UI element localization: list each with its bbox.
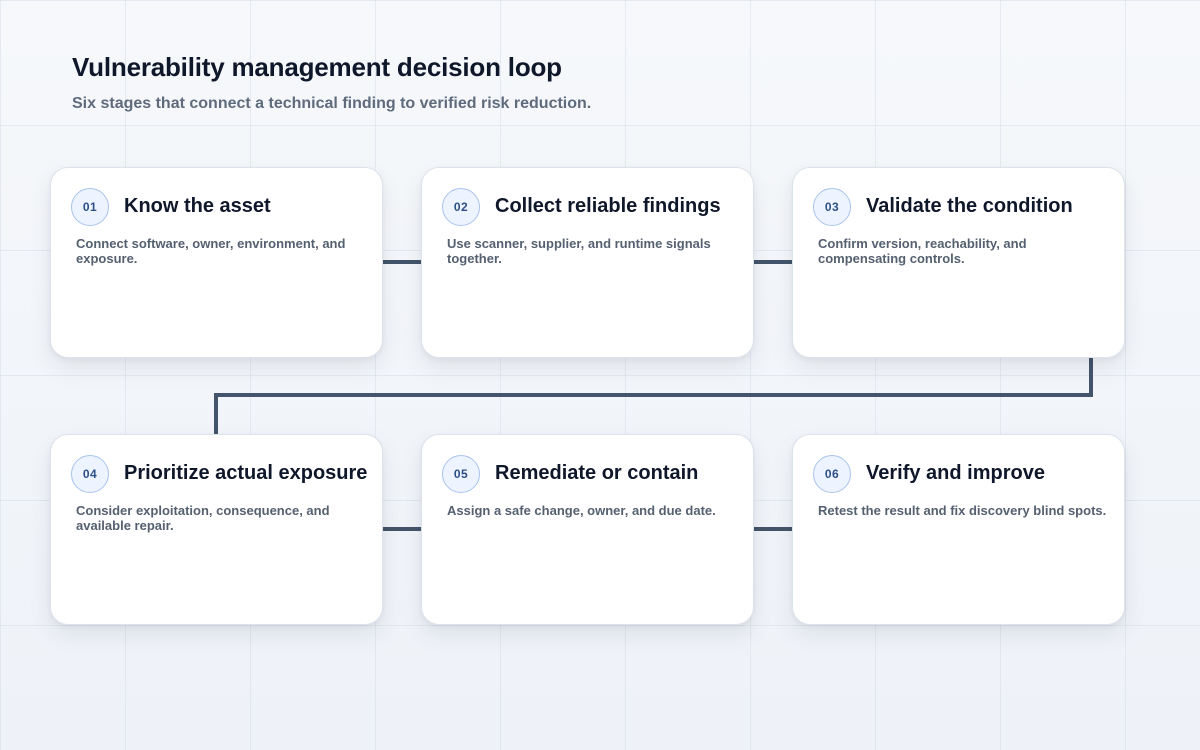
stage-number-badge: 04	[71, 455, 109, 493]
stage-description: Confirm version, reachability, and compe…	[818, 236, 1027, 266]
stage-card-validate-the-condition: 03 Validate the condition Confirm versio…	[792, 167, 1125, 358]
stage-card-collect-reliable-findings: 02 Collect reliable findings Use scanner…	[421, 167, 754, 358]
stage-card-know-the-asset: 01 Know the asset Connect software, owne…	[50, 167, 383, 358]
stage-card-verify-and-improve: 06 Verify and improve Retest the result …	[792, 434, 1125, 625]
stage-card-prioritize-actual-exposure: 04 Prioritize actual exposure Consider e…	[50, 434, 383, 625]
stage-description: Use scanner, supplier, and runtime signa…	[447, 236, 711, 266]
stage-number-badge: 03	[813, 188, 851, 226]
stage-description: Assign a safe change, owner, and due dat…	[447, 503, 716, 518]
stage-number-badge: 05	[442, 455, 480, 493]
stage-title: Know the asset	[124, 195, 271, 217]
stage-number-badge: 06	[813, 455, 851, 493]
stage-description: Consider exploitation, consequence, and …	[76, 503, 330, 533]
connector-03-04	[214, 358, 1093, 434]
stage-description: Connect software, owner, environment, an…	[76, 236, 346, 266]
stage-card-remediate-or-contain: 05 Remediate or contain Assign a safe ch…	[421, 434, 754, 625]
stage-title: Validate the condition	[866, 195, 1073, 217]
stage-title: Remediate or contain	[495, 462, 699, 484]
stage-title: Collect reliable findings	[495, 195, 721, 217]
flow-connectors	[214, 260, 1093, 531]
stage-number-badge: 02	[442, 188, 480, 226]
stage-number-badge: 01	[71, 188, 109, 226]
stage-title: Prioritize actual exposure	[124, 462, 368, 484]
stage-title: Verify and improve	[866, 462, 1045, 484]
stage-description: Retest the result and fix discovery blin…	[818, 503, 1107, 518]
